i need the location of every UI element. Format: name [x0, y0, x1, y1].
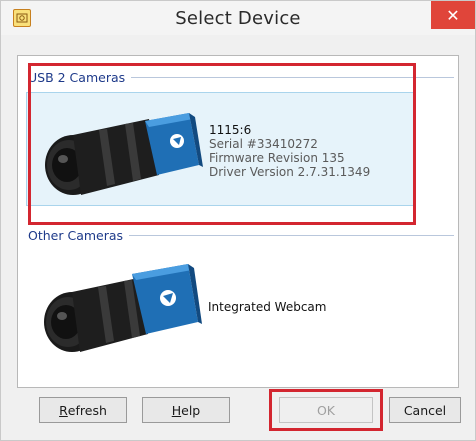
title-bar: Select Device ✕ — [1, 1, 475, 35]
group-divider — [129, 234, 454, 236]
refresh-button[interactable]: Refresh — [39, 397, 127, 423]
ok-label: OK — [316, 402, 336, 418]
industrial-camera-icon — [44, 264, 202, 352]
cancel-button[interactable]: Cancel — [389, 397, 461, 423]
close-icon: ✕ — [446, 5, 460, 25]
camera-app-icon — [13, 9, 31, 27]
close-button[interactable]: ✕ — [431, 1, 475, 29]
select-device-dialog: Select Device ✕ USB 2 Cameras 1115:6 Ser… — [0, 0, 476, 441]
ok-button[interactable]: OK — [279, 397, 373, 423]
window-title: Select Device — [175, 7, 301, 29]
device-name: Integrated Webcam — [208, 300, 327, 314]
cancel-label: Cancel — [403, 402, 447, 418]
refresh-mnemonic: R — [59, 402, 68, 418]
group-header-other: Other Cameras — [18, 226, 458, 244]
device-item-webcam[interactable]: Integrated Webcam — [26, 250, 414, 364]
refresh-label: efresh — [67, 402, 107, 418]
group-label: Other Cameras — [28, 227, 124, 243]
highlight-usb-camera-group — [28, 63, 416, 225]
help-button[interactable]: Help — [142, 397, 230, 423]
device-info: Integrated Webcam — [208, 300, 326, 314]
help-mnemonic: H — [171, 402, 182, 418]
help-label: elp — [181, 402, 201, 418]
